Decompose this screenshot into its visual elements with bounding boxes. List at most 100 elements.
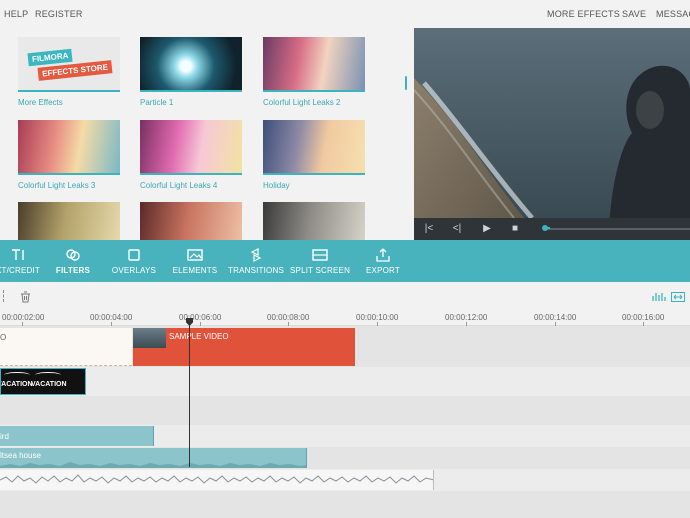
zoom-fit-icon[interactable] — [671, 292, 685, 302]
thumbnail — [263, 202, 365, 240]
elements-icon — [187, 249, 203, 261]
pip-track — [0, 396, 690, 425]
tab-label: OVERLAYS — [111, 266, 157, 275]
badge-arc — [4, 372, 30, 378]
tab-overlays[interactable]: OVERLAYS — [108, 240, 160, 282]
preview-controls: |< <| ▶ ■ — [414, 218, 690, 240]
empty-video-region: O — [0, 328, 132, 366]
thumbnail — [140, 202, 242, 240]
sample-video-clip[interactable]: SAMPLE VIDEO — [133, 328, 355, 366]
clip-label: SAMPLE VIDEO — [169, 332, 229, 341]
library-item-row3-2[interactable] — [140, 202, 242, 240]
step-back-icon[interactable]: <| — [450, 222, 464, 236]
tab-text-credit[interactable]: XT/CREDIT — [0, 240, 42, 282]
store-badge-top: FILMORA — [27, 48, 73, 67]
timeline-toolbar — [0, 282, 690, 310]
ruler-tick: 00:00:04:00 — [90, 313, 133, 322]
more-effects-menu[interactable]: MORE EFFECTS — [547, 9, 620, 19]
transitions-icon — [250, 248, 262, 262]
ruler-tick: 00:00:14:00 — [534, 313, 577, 322]
title-text: VACATION — [0, 381, 33, 388]
library-item-caption: Colorful Light Leaks 3 — [18, 181, 96, 190]
ruler-tick: 00:00:10:00 — [356, 313, 399, 322]
tab-label: SPLIT SCREEN — [290, 266, 351, 275]
audio-clip-3[interactable] — [0, 470, 434, 490]
library-item-colorful-light-leaks-2[interactable]: Colorful Light Leaks 2 — [263, 37, 365, 107]
stop-icon[interactable]: ■ — [508, 222, 522, 236]
tab-label: FILTERS — [55, 266, 91, 275]
overlays-icon — [128, 249, 140, 261]
audio-clip-2[interactable]: ltsea house — [0, 448, 307, 468]
playhead-line[interactable] — [189, 320, 190, 467]
split-screen-icon — [312, 249, 328, 261]
thumbnail — [18, 202, 120, 240]
title-track: VACATION VACATION — [0, 367, 690, 396]
library-item-caption: Colorful Light Leaks 2 — [263, 98, 341, 107]
top-menu-bar: HELP REGISTER MORE EFFECTS SAVE MESSAG — [0, 0, 690, 28]
play-icon[interactable]: ▶ — [480, 222, 494, 236]
save-menu[interactable]: SAVE — [622, 9, 646, 19]
library-item-row3-1[interactable] — [18, 202, 120, 240]
audio-track-1: ird — [0, 425, 690, 447]
video-track: O SAMPLE VIDEO — [0, 326, 690, 367]
library-item-colorful-light-leaks-4[interactable]: Colorful Light Leaks 4 — [140, 120, 242, 190]
ruler-tick: 00:00:12:00 — [445, 313, 488, 322]
thumbnail — [263, 37, 365, 92]
trash-icon[interactable] — [20, 291, 31, 303]
library-item-particle-1[interactable]: Particle 1 — [140, 37, 242, 107]
audio-mixer-icon[interactable] — [652, 292, 666, 302]
preview-seek-handle[interactable] — [542, 225, 548, 231]
library-item-colorful-light-leaks-3[interactable]: Colorful Light Leaks 3 — [18, 120, 120, 190]
tab-label: TRANSITIONS — [228, 266, 284, 275]
text-icon — [12, 249, 24, 260]
skip-back-icon[interactable]: |< — [422, 222, 436, 236]
export-icon — [376, 248, 390, 262]
library-item-holiday[interactable]: Holiday — [263, 120, 365, 190]
tab-label: XT/CREDIT — [0, 266, 41, 275]
effects-library: FILMORA EFFECTS STORE More Effects Parti… — [0, 28, 414, 240]
badge-arc — [35, 372, 61, 378]
thumbnail — [140, 37, 242, 92]
preview-seek-track[interactable] — [544, 228, 690, 230]
title-text: VACATION — [31, 381, 67, 388]
thumbnail — [263, 120, 365, 175]
thumbnail: FILMORA EFFECTS STORE — [18, 37, 120, 92]
empty-track — [0, 491, 690, 518]
ruler-tick: 00:00:02:00 — [2, 313, 45, 322]
vacation-title-clip[interactable]: VACATION VACATION — [0, 368, 86, 395]
preview-frame — [414, 28, 690, 240]
filters-icon — [66, 249, 80, 261]
library-item-more-effects[interactable]: FILMORA EFFECTS STORE More Effects — [18, 37, 120, 107]
audio-clip-1[interactable]: ird — [0, 426, 154, 446]
tab-transitions[interactable]: TRANSITIONS — [226, 240, 286, 282]
tab-label: EXPORT — [366, 266, 400, 275]
ruler-tick: 00:00:06:00 — [179, 313, 222, 322]
thumbnail — [18, 120, 120, 175]
library-item-caption: Particle 1 — [140, 98, 174, 107]
library-item-caption: Colorful Light Leaks 4 — [140, 181, 218, 190]
clip-thumbnail — [133, 328, 166, 348]
timeline-ruler[interactable]: 00:00:02:00 00:00:04:00 00:00:06:00 00:0… — [0, 310, 690, 326]
tab-split-screen[interactable]: SPLIT SCREEN — [290, 240, 350, 282]
audio-track-3 — [0, 469, 690, 491]
editing-toolbar: XT/CREDIT FILTERS OVERLAYS ELEMENTS TRAN… — [0, 240, 690, 282]
audio-track-2: ltsea house — [0, 447, 690, 469]
tab-label: ELEMENTS — [172, 266, 218, 275]
track-marker: O — [0, 333, 7, 342]
help-menu[interactable]: HELP — [4, 9, 28, 19]
library-item-row3-3[interactable] — [263, 202, 365, 240]
thumbnail — [140, 120, 242, 175]
library-item-caption: Holiday — [263, 181, 290, 190]
library-scrollbar[interactable] — [405, 76, 407, 90]
ruler-tick: 00:00:16:00 — [622, 313, 665, 322]
tab-export[interactable]: EXPORT — [360, 240, 406, 282]
scissors-icon[interactable] — [0, 290, 4, 302]
tab-elements[interactable]: ELEMENTS — [170, 240, 220, 282]
register-menu[interactable]: REGISTER — [35, 9, 83, 19]
tab-filters[interactable]: FILTERS — [50, 240, 96, 282]
messages-menu[interactable]: MESSAG — [656, 9, 690, 19]
clip-label: ird — [0, 432, 9, 441]
audio-waveform — [0, 462, 306, 468]
video-preview — [414, 28, 690, 240]
ruler-tick: 00:00:08:00 — [267, 313, 310, 322]
